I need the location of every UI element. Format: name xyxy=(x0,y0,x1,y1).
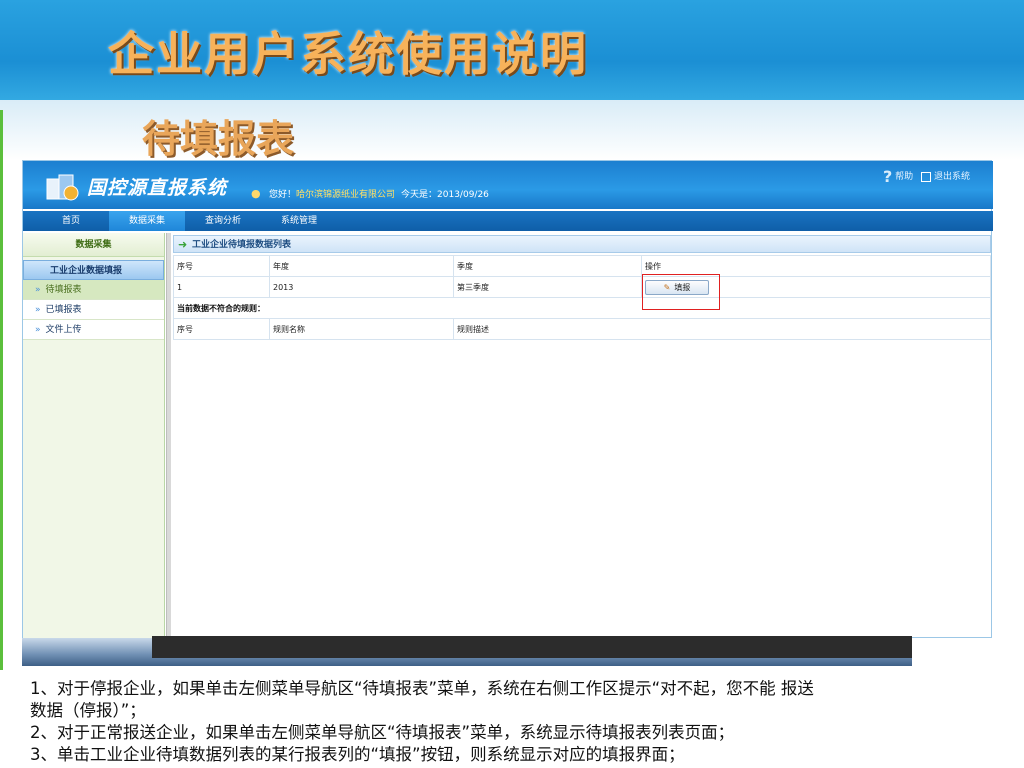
app-header: 国控源直报系统 ● 您好！哈尔滨锦源纸业有限公司 今天是：2013/09/26 ?… xyxy=(23,161,993,209)
sidebar-item-label: 已填报表 xyxy=(45,305,82,315)
tab-system-management[interactable]: 系统管理 xyxy=(261,211,337,231)
help-icon: ? xyxy=(883,167,893,186)
chevron-right-icon: » xyxy=(35,325,41,335)
column-header: 规则描述 xyxy=(453,318,991,340)
greeting-prefix: 您好！ xyxy=(269,190,297,200)
top-nav: 首页 数据采集 查询分析 系统管理 xyxy=(23,211,993,231)
note-line-4: 3、单击工业企业待填数据列表的某行报表列的“填报”按钮，则系统显示对应的填报界面… xyxy=(30,745,685,764)
help-label: 帮助 xyxy=(895,172,914,182)
chevron-right-icon: » xyxy=(35,285,41,295)
sidebar-item-submitted-reports[interactable]: » 已填报表 xyxy=(23,300,164,320)
instruction-notes: 1、对于停报企业，如果单击左侧菜单导航区“待填报表”菜单，系统在右侧工作区提示“… xyxy=(30,678,990,766)
taskbar-shadow xyxy=(152,636,912,658)
exit-link[interactable]: 退出系统 xyxy=(921,169,970,182)
exit-icon xyxy=(921,171,931,182)
rules-header-row: 序号 规则名称 规则描述 xyxy=(173,318,991,340)
sidebar-item-label: 文件上传 xyxy=(45,325,82,335)
row-year: 2013 xyxy=(269,276,454,298)
note-line-1: 1、对于停报企业，如果单击左侧菜单导航区“待填报表”菜单，系统在右侧工作区提示“… xyxy=(30,679,814,698)
sidebar-item-file-upload[interactable]: » 文件上传 xyxy=(23,320,164,340)
note-line-3: 2、对于正常报送企业，如果单击左侧菜单导航区“待填报表”菜单，系统显示待填报表列… xyxy=(30,723,735,742)
panel-title-text: 工业企业待填报数据列表 xyxy=(192,240,292,250)
pane-splitter[interactable] xyxy=(166,233,171,639)
table-row: 1 2013 第三季度 ✎ 填报 xyxy=(173,276,991,298)
column-header: 序号 xyxy=(173,255,270,277)
row-quarter: 第三季度 xyxy=(453,276,642,298)
app-screenshot: 国控源直报系统 ● 您好！哈尔滨锦源纸业有限公司 今天是：2013/09/26 ?… xyxy=(22,160,993,639)
chevron-right-icon: » xyxy=(35,305,41,315)
table-header-row: 序号 年度 季度 操作 xyxy=(173,255,991,277)
sidebar-item-label: 待填报表 xyxy=(45,285,82,295)
sidebar-item-pending-reports[interactable]: » 待填报表 xyxy=(23,280,164,300)
sidebar-group-enterprise-reporting[interactable]: 工业企业数据填报 xyxy=(23,260,164,280)
sidebar-title: 数据采集 xyxy=(23,233,164,257)
panel-title: ➜ 工业企业待填报数据列表 xyxy=(173,235,991,253)
rules-title-row: 当前数据不符合的规则： xyxy=(173,297,991,319)
tab-data-collection[interactable]: 数据采集 xyxy=(109,211,185,231)
user-icon: ● xyxy=(251,187,261,200)
column-header: 规则名称 xyxy=(269,318,454,340)
logo-icon xyxy=(46,174,79,201)
date-text: 今天是：2013/09/26 xyxy=(401,190,489,200)
arrow-right-icon: ➜ xyxy=(178,238,188,251)
slide-accent-bar xyxy=(0,110,3,670)
column-header: 年度 xyxy=(269,255,454,277)
note-line-2: 数据（停报）”； xyxy=(30,701,146,720)
highlight-box xyxy=(642,274,720,310)
slide-subtitle: 待填报表 xyxy=(142,117,295,161)
greeting: 您好！哈尔滨锦源纸业有限公司 今天是：2013/09/26 xyxy=(269,187,489,200)
help-link[interactable]: ? 帮助 xyxy=(883,167,913,186)
main-panel: ➜ 工业企业待填报数据列表 序号 年度 季度 操作 1 2013 第三季度 ✎ 填… xyxy=(173,235,991,635)
exit-label: 退出系统 xyxy=(934,172,971,182)
column-header: 季度 xyxy=(453,255,642,277)
pending-report-table: 序号 年度 季度 操作 1 2013 第三季度 ✎ 填报 当前数据不符合的规则： … xyxy=(173,255,991,340)
sidebar: 数据采集 工业企业数据填报 » 待填报表 » 已填报表 » 文件上传 xyxy=(23,233,165,639)
tab-query-analysis[interactable]: 查询分析 xyxy=(185,211,261,231)
app-name: 国控源直报系统 xyxy=(87,177,228,199)
company-name: 哈尔滨锦源纸业有限公司 xyxy=(296,190,396,200)
row-index: 1 xyxy=(173,276,270,298)
slide-title: 企业用户系统使用说明 xyxy=(108,27,588,81)
rules-title: 当前数据不符合的规则： xyxy=(173,297,991,319)
tab-home[interactable]: 首页 xyxy=(33,211,109,231)
column-header: 序号 xyxy=(173,318,270,340)
